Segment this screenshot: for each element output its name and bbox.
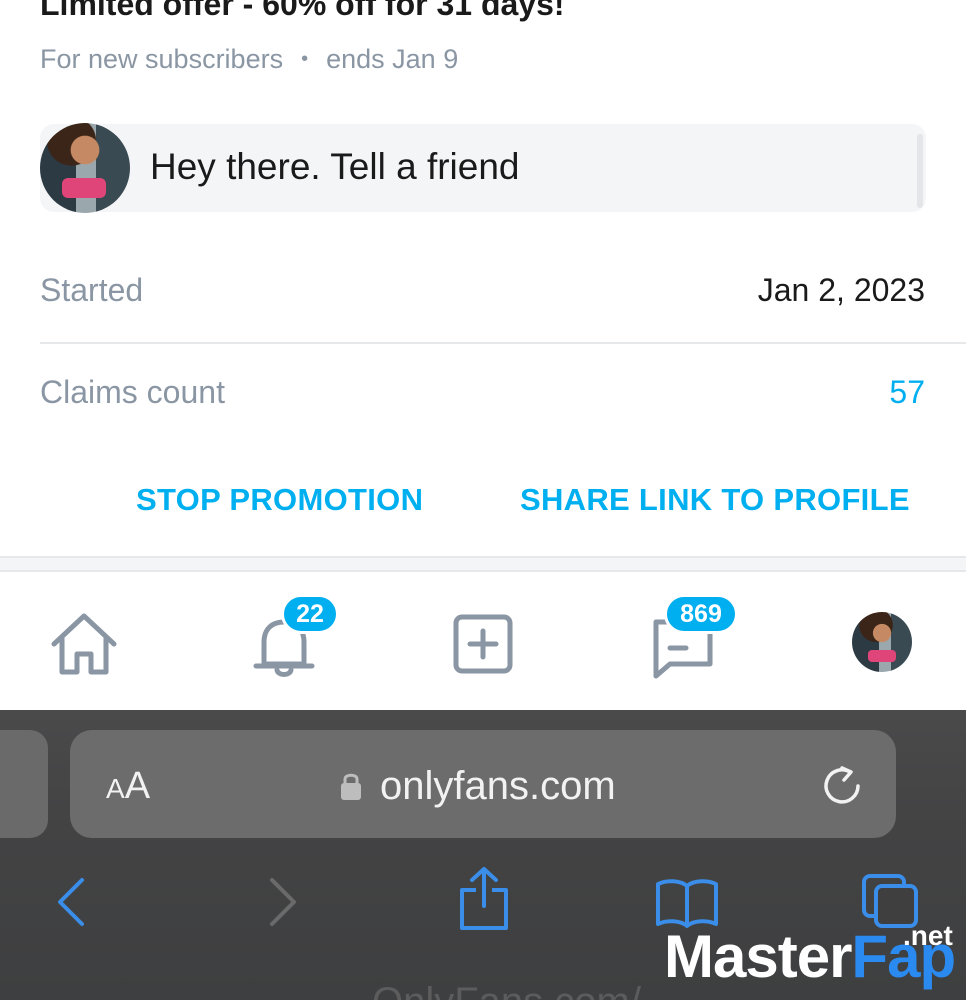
share-link-button[interactable]: SHARE LINK TO PROFILE <box>520 482 910 518</box>
claims-count[interactable]: 57 <box>889 374 925 411</box>
started-value: Jan 2, 2023 <box>757 272 925 308</box>
nav-home[interactable] <box>44 604 124 684</box>
forward-icon <box>270 878 296 926</box>
notifications-badge: 22 <box>281 594 339 634</box>
separator-dot: • <box>301 48 309 70</box>
back-icon[interactable] <box>52 876 92 928</box>
nav-add-post[interactable] <box>443 604 523 684</box>
section-divider <box>0 556 966 572</box>
message-scrollbar[interactable] <box>917 134 923 208</box>
reader-settings-button[interactable]: AA <box>106 765 150 808</box>
url-text[interactable]: onlyfans.com <box>380 764 616 809</box>
stop-promotion-button[interactable]: STOP PROMOTION <box>136 482 423 518</box>
watermark-net: .net <box>903 920 953 951</box>
promotion-message: Hey there. Tell a friend <box>150 146 520 187</box>
started-label: Started <box>40 272 144 308</box>
faint-background-text: OnlyFans.com/... <box>372 980 674 1000</box>
offer-title: Limited offer - 60% off for 31 days! <box>40 0 565 22</box>
nav-profile-avatar[interactable] <box>852 612 912 672</box>
lock-icon <box>341 773 361 800</box>
offer-subtitle: For new subscribers • ends Jan 9 <box>40 44 458 75</box>
bottom-nav: 22 869 <box>0 572 966 710</box>
home-icon <box>51 613 117 675</box>
messages-badge: 869 <box>664 594 738 634</box>
aa-big: A <box>124 765 151 807</box>
previous-tab[interactable] <box>0 730 48 838</box>
creator-avatar <box>40 123 130 213</box>
share-icon[interactable] <box>456 866 512 932</box>
reload-icon[interactable] <box>820 762 864 808</box>
divider <box>40 342 966 344</box>
claims-label: Claims count <box>40 374 225 410</box>
aa-small: A <box>106 773 125 804</box>
watermark-master: Master <box>664 923 852 990</box>
offer-end-date: ends Jan 9 <box>326 44 459 74</box>
plus-square-icon <box>453 614 513 674</box>
offer-audience: For new subscribers <box>40 44 284 74</box>
